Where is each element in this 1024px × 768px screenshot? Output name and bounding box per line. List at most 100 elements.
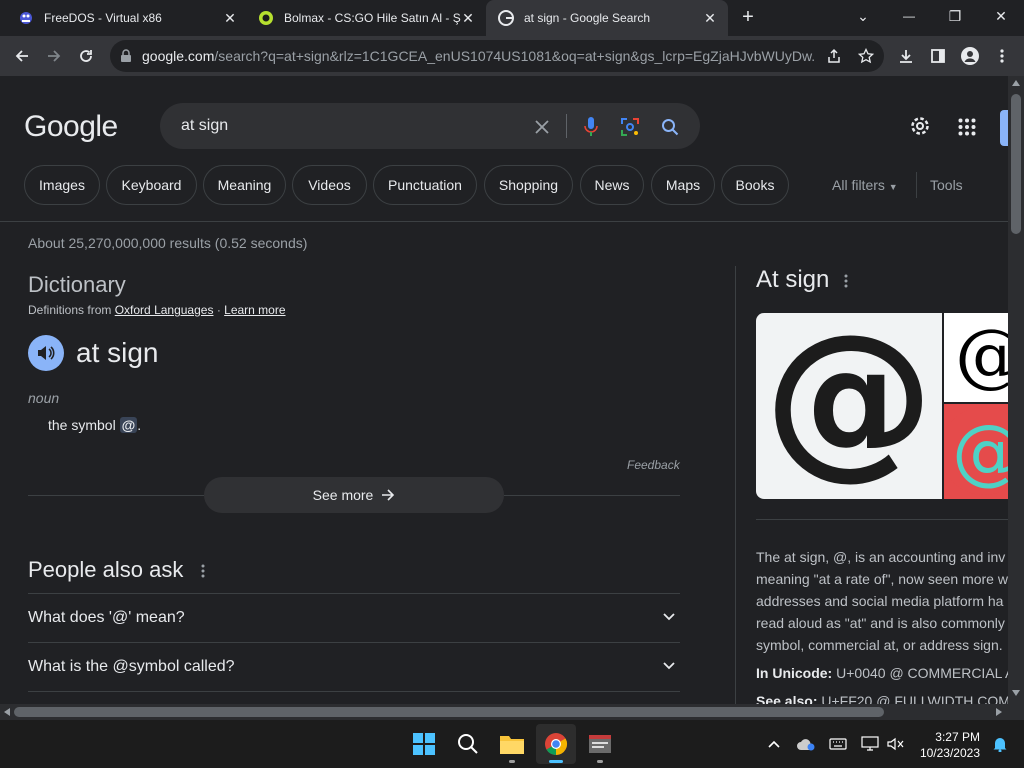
url-text: google.com/search?q=at+sign&rlz=1C1GCEA_… — [142, 48, 814, 64]
share-icon[interactable] — [826, 48, 842, 64]
keyboard-icon[interactable] — [826, 732, 850, 756]
kp-unicode-value: U+0040 @ COMMERCIAL A — [836, 665, 1008, 681]
close-tab-icon[interactable]: ✕ — [702, 10, 718, 26]
restore-button[interactable]: ❐ — [932, 0, 978, 32]
search-submit-icon[interactable] — [658, 115, 682, 139]
paa-heading-text: People also ask — [28, 557, 184, 582]
chip-punctuation[interactable]: Punctuation — [373, 165, 477, 205]
system-clock[interactable]: 3:27 PM 10/23/2023 — [912, 729, 980, 761]
chip-maps[interactable]: Maps — [651, 165, 715, 205]
chrome-menu-button[interactable] — [988, 42, 1016, 70]
definition-symbol[interactable]: @ — [119, 417, 138, 433]
search-box[interactable]: at sign — [160, 103, 700, 149]
running-indicator — [597, 760, 603, 763]
sign-in-button[interactable] — [1000, 110, 1008, 146]
lock-icon[interactable] — [120, 49, 132, 63]
tab-search-button[interactable]: ⌄ — [840, 0, 886, 32]
voice-search-icon[interactable] — [579, 115, 603, 139]
search-button[interactable] — [448, 724, 488, 764]
reload-button[interactable] — [72, 42, 100, 70]
horizontal-scrollbar[interactable] — [0, 704, 1008, 720]
downloads-button[interactable] — [892, 42, 920, 70]
definition-prefix: the symbol — [48, 417, 116, 433]
scroll-up-arrow-icon[interactable] — [1012, 80, 1020, 86]
paa-question[interactable]: What is the @symbol called? — [28, 643, 680, 691]
chip-meaning[interactable]: Meaning — [203, 165, 286, 205]
paa-question-text: What does '@' mean? — [28, 609, 185, 626]
chrome-button[interactable] — [536, 724, 576, 764]
kp-desc-line: The at sign, @, is an accounting and inv — [756, 549, 1006, 565]
address-bar[interactable]: google.com/search?q=at+sign&rlz=1C1GCEA_… — [110, 40, 884, 72]
see-more-button[interactable]: See more — [204, 477, 504, 513]
display-icon[interactable] — [858, 732, 882, 756]
clock-date: 10/23/2023 — [919, 746, 980, 760]
windows-logo-icon — [413, 733, 435, 755]
lens-search-icon[interactable] — [618, 115, 642, 139]
tab-bolmax[interactable]: Bolmax - CS:GO Hile Satın Al - Ş ✕ — [240, 0, 488, 36]
definition-text: the symbol @. — [48, 417, 141, 433]
kp-unicode-row: In Unicode: U+0040 @ COMMERCIAL A — [756, 665, 1008, 681]
onedrive-cloud-icon[interactable] — [794, 732, 818, 756]
more-options-icon[interactable] — [201, 564, 205, 578]
tab-freedos[interactable]: FreeDOS - Virtual x86 ✕ — [0, 0, 248, 36]
feedback-link[interactable]: Feedback — [627, 458, 680, 472]
knowledge-panel-divider — [735, 266, 736, 704]
vertical-scroll-thumb[interactable] — [1011, 94, 1021, 234]
scroll-left-arrow-icon[interactable] — [4, 708, 10, 716]
dropdown-caret-icon: ▼ — [888, 182, 898, 192]
chip-news[interactable]: News — [580, 165, 644, 205]
forward-button[interactable] — [40, 42, 68, 70]
chip-videos[interactable]: Videos — [292, 165, 367, 205]
paa-question[interactable]: What does '@' mean? — [28, 594, 680, 642]
side-panel-button[interactable] — [924, 42, 952, 70]
chrome-icon — [545, 733, 567, 755]
horizontal-scroll-thumb[interactable] — [14, 707, 884, 717]
tab-google-search[interactable]: at sign - Google Search ✕ — [486, 0, 728, 36]
new-tab-button[interactable]: + — [736, 6, 760, 30]
tab-title: at sign - Google Search — [524, 11, 651, 25]
close-tab-icon[interactable]: ✕ — [460, 10, 476, 26]
kp-see-also-value[interactable]: U+FF20 @ FULLWIDTH COM — [821, 693, 1008, 704]
close-tab-icon[interactable]: ✕ — [222, 10, 238, 26]
bookmark-star-icon[interactable] — [858, 48, 874, 64]
oxford-languages-link[interactable]: Oxford Languages — [115, 303, 214, 317]
chip-books[interactable]: Books — [721, 165, 789, 205]
google-apps-icon[interactable] — [958, 118, 976, 141]
all-filters-button[interactable]: All filters ▼ — [832, 177, 898, 193]
chip-shopping[interactable]: Shopping — [484, 165, 573, 205]
more-options-icon[interactable] — [844, 274, 848, 288]
back-button[interactable] — [8, 42, 36, 70]
svg-text:@: @ — [955, 314, 1008, 396]
volume-muted-icon[interactable] — [884, 732, 908, 756]
learn-more-link[interactable]: Learn more — [224, 303, 285, 317]
notification-bell-icon[interactable] — [988, 732, 1012, 756]
app-button[interactable] — [580, 724, 620, 764]
clear-search-icon[interactable] — [530, 115, 554, 139]
chevron-down-icon — [663, 662, 675, 670]
profile-button[interactable] — [956, 42, 984, 70]
minimize-button[interactable]: — — [886, 0, 932, 32]
close-window-button[interactable]: ✕ — [978, 0, 1024, 32]
pronunciation-button[interactable] — [28, 335, 64, 371]
at-sign-thumbnail-1[interactable]: @ — [944, 313, 1008, 402]
scroll-down-arrow-icon[interactable] — [1012, 690, 1020, 696]
search-input[interactable]: at sign — [181, 117, 228, 135]
google-logo[interactable]: Google — [24, 110, 118, 144]
vertical-scrollbar[interactable] — [1008, 76, 1024, 704]
file-explorer-button[interactable] — [492, 724, 532, 764]
at-sign-main-image[interactable]: @ — [756, 313, 942, 499]
see-more-divider-left — [28, 495, 204, 496]
start-button[interactable] — [404, 724, 444, 764]
at-sign-thumbnail-2[interactable]: @ — [944, 404, 1008, 499]
freedos-fish-icon — [20, 12, 32, 24]
folder-icon — [500, 736, 524, 754]
scroll-right-arrow-icon[interactable] — [996, 708, 1002, 716]
chip-images[interactable]: Images — [24, 165, 100, 205]
show-hidden-icons-chevron-icon[interactable] — [762, 732, 786, 756]
tab-title: FreeDOS - Virtual x86 — [44, 11, 162, 25]
tools-button[interactable]: Tools — [930, 177, 963, 193]
settings-gear-icon[interactable] — [908, 114, 932, 143]
see-more-label: See more — [312, 487, 374, 503]
chip-keyboard[interactable]: Keyboard — [106, 165, 197, 205]
google-g-icon — [498, 10, 514, 26]
